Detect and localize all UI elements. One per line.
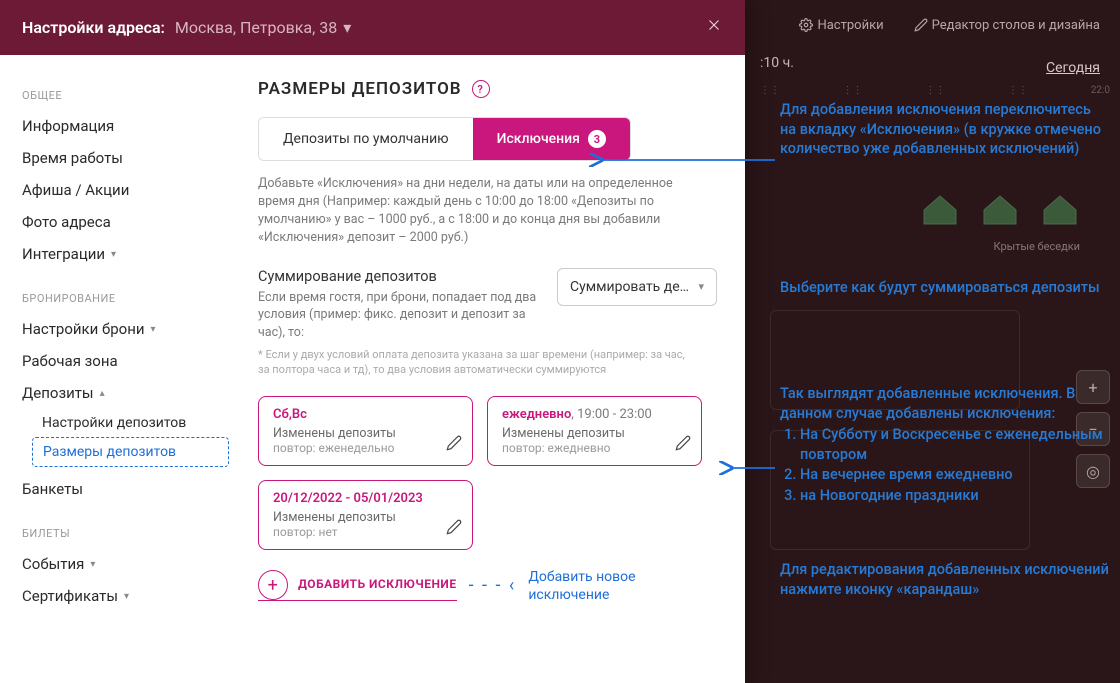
callout-arrow-icon [590,150,780,170]
callout-2: Выберите как будут суммироваться депозит… [780,278,1100,298]
summing-footnote: * Если у двух условий оплата депозита ук… [258,347,688,378]
backdrop-today-link[interactable]: Сегодня [1046,60,1100,76]
hint-text: Добавьте «Исключения» на дни недели, на … [258,175,698,248]
chevron-down-icon: ▾ [698,280,704,293]
nav-certs[interactable]: Сертификаты▾ [22,580,229,612]
section-label-booking: БРОНИРОВАНИЕ [22,292,229,305]
nav-bankets[interactable]: Банкеты [22,473,229,505]
nav-info[interactable]: Информация [22,110,229,142]
tabs: Депозиты по умолчанию Исключения 3 [258,117,631,161]
nav-integrations[interactable]: Интеграции▾ [22,238,229,270]
summing-row: Суммирование депозитов Если время гостя,… [258,268,717,342]
nav-hours[interactable]: Время работы [22,142,229,174]
callout-1: Для добавления исключения переключитесь … [780,100,1110,159]
add-exception-row: + ДОБАВИТЬ ИСКЛЮЧЕНИЕ - - - ‹ Добавить н… [258,568,717,604]
section-label-tickets: БИЛЕТЫ [22,527,229,540]
summing-select[interactable]: Суммировать де… ▾ [557,268,717,306]
help-icon[interactable]: ? [472,80,490,98]
exception-cards: Сб,Вс Изменены депозиты повтор: еженедел… [258,396,717,550]
pencil-icon[interactable] [446,435,462,455]
chevron-up-icon: ▴ [100,388,105,399]
summing-desc: Если время гостя, при брони, попадает по… [258,289,541,342]
sidebar: ОБЩЕЕ Информация Время работы Афиша / Ак… [0,55,230,683]
page-title: РАЗМЕРЫ ДЕПОЗИТОВ ? [258,79,717,99]
nav-photo[interactable]: Фото адреса [22,206,229,238]
plus-icon: + [258,570,288,600]
tab-default[interactable]: Депозиты по умолчанию [259,118,473,160]
chevron-down-icon: ▾ [90,559,95,570]
nav-settings[interactable]: Настройки [799,18,883,33]
nav-promo[interactable]: Афиша / Акции [22,174,229,206]
nav-editor[interactable]: Редактор столов и дизайна [914,18,1100,33]
exceptions-count-badge: 3 [588,130,606,148]
backdrop-time: :10 ч. [760,55,794,71]
add-hint: Добавить новое исключение [528,568,635,604]
header-label: Настройки адреса: [22,18,165,37]
dashed-arrow-icon: - - - ‹ [469,575,517,596]
callout-4: Для редактирования добавленных исключени… [780,560,1110,599]
nav-events[interactable]: События▾ [22,548,229,580]
callout-arrow-icon [720,458,780,478]
pencil-icon[interactable] [675,435,691,455]
summing-title: Суммирование депозитов [258,268,541,285]
section-label-general: ОБЩЕЕ [22,89,229,102]
nav-deposit-sizes[interactable]: Размеры депозитов [32,437,229,467]
nav-workzone[interactable]: Рабочая зона [22,345,229,377]
exception-card[interactable]: ежедневно, 19:00 - 23:00 Изменены депози… [487,396,702,466]
nav-deposit-settings[interactable]: Настройки депозитов [32,409,229,437]
chevron-down-icon: ▾ [111,249,116,260]
modal-header: Настройки адреса: Москва, Петровка, 38 ▾ [0,0,745,55]
callout-3: Так выглядят добавленные исключения. В д… [780,384,1110,506]
nav-deposits-sub: Настройки депозитов Размеры депозитов [22,409,229,467]
add-exception-button[interactable]: + ДОБАВИТЬ ИСКЛЮЧЕНИЕ [258,570,457,601]
chevron-down-icon: ▾ [124,591,129,602]
address-selector[interactable]: Москва, Петровка, 38 [175,18,337,37]
settings-modal: Настройки адреса: Москва, Петровка, 38 ▾… [0,0,745,683]
pencil-icon[interactable] [446,519,462,539]
nav-deposits[interactable]: Депозиты▴ [22,377,229,409]
exception-card[interactable]: 20/12/2022 - 05/01/2023 Изменены депозит… [258,480,473,550]
exception-card[interactable]: Сб,Вс Изменены депозиты повтор: еженедел… [258,396,473,466]
nav-booking-settings[interactable]: Настройки брони▾ [22,313,229,345]
chevron-down-icon: ▾ [343,18,351,37]
chevron-down-icon: ▾ [151,324,156,335]
close-button[interactable] [705,16,723,39]
